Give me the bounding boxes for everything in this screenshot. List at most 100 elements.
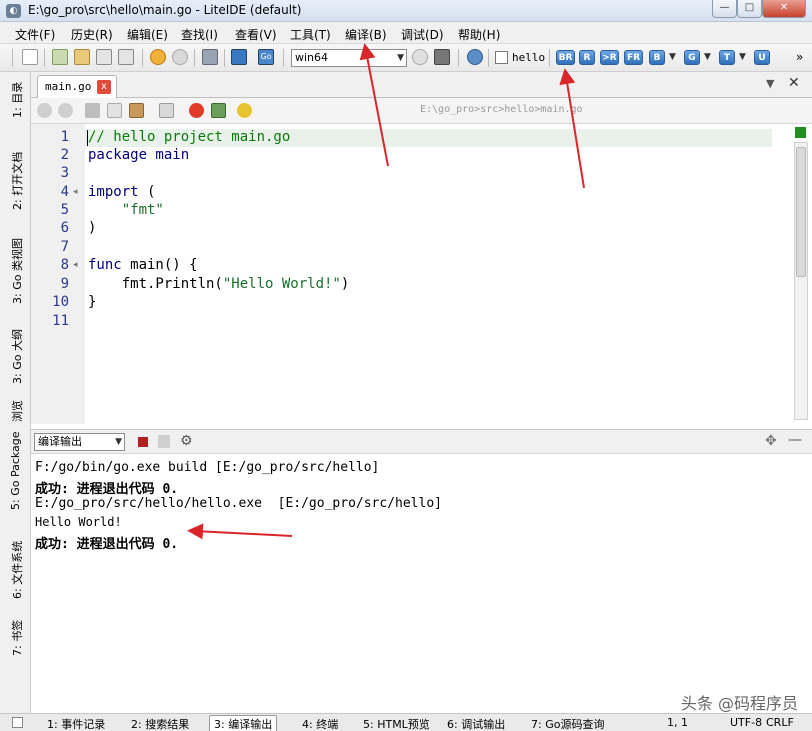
side-tab-browse[interactable]: 浏览: [9, 400, 25, 422]
refresh-icon[interactable]: [412, 49, 428, 65]
side-tab-open-docs[interactable]: 2: 打开文档: [9, 152, 25, 210]
save-icon[interactable]: [96, 49, 112, 65]
side-tab-directory[interactable]: 1: 目录: [9, 82, 25, 118]
minimize-panel-icon[interactable]: —: [788, 432, 802, 448]
gear-icon[interactable]: [467, 49, 483, 65]
output-line: F:/go/bin/go.exe build [E:/go_pro/src/he…: [35, 460, 380, 475]
window-title: E:\go_pro\src\hello\main.go - LiteIDE (d…: [28, 3, 302, 17]
run-arrow-icon[interactable]: [237, 103, 252, 118]
run-button[interactable]: R: [579, 50, 595, 65]
menu-view[interactable]: 查看(V): [235, 26, 277, 43]
menu-history[interactable]: 历史(R): [71, 26, 113, 43]
go-doc-icon[interactable]: Go: [258, 49, 274, 65]
target-checkbox[interactable]: [495, 51, 508, 64]
chevron-down-icon[interactable]: ▼: [704, 52, 711, 62]
close-editor-icon[interactable]: ✕: [788, 75, 800, 91]
tools-icon[interactable]: [202, 49, 218, 65]
file-run-button[interactable]: FR: [624, 50, 643, 65]
status-tab-terminal[interactable]: 4: 终端: [302, 716, 338, 731]
env-combo[interactable]: win64 ▼: [291, 49, 407, 67]
build-and-run-button[interactable]: BR: [556, 50, 575, 65]
close-window-button[interactable]: ✕: [762, 0, 806, 18]
code-line-9: fmt.Println("Hello World!"): [88, 276, 350, 292]
minimize-button[interactable]: —: [712, 0, 737, 18]
toolbar-separator: [224, 49, 225, 67]
side-tab-filesystem[interactable]: 6: 文件系统: [9, 541, 25, 599]
save-all-icon[interactable]: [118, 49, 134, 65]
toggle-panel-icon[interactable]: [12, 717, 23, 728]
line-number: 2: [60, 147, 69, 163]
title-bar: ◐ E:\go_pro\src\hello\main.go - LiteIDE …: [0, 0, 812, 22]
status-tab-debug-output[interactable]: 6: 调试输出: [447, 716, 505, 731]
breakpoint-icon[interactable]: [189, 103, 204, 118]
output-line: Hello World!: [35, 515, 122, 529]
toolbar-overflow-icon[interactable]: »: [796, 50, 803, 64]
gear-icon[interactable]: ⚙: [180, 433, 193, 449]
code-editor[interactable]: 1 2 3 4 ◂ 5 6 7 8 ◂ 9 10 11 // hello pro…: [31, 124, 812, 424]
build-button[interactable]: B: [649, 50, 665, 65]
fold-marker-icon[interactable]: ◂: [73, 260, 78, 270]
status-tab-search[interactable]: 2: 搜索结果: [131, 716, 189, 731]
menu-find[interactable]: 查找(I): [181, 26, 218, 43]
maximize-button[interactable]: □: [737, 0, 762, 18]
menu-tools[interactable]: 工具(T): [290, 26, 331, 43]
side-tab-outline[interactable]: 3: Go 大纲: [9, 329, 25, 384]
copy-icon[interactable]: [107, 103, 122, 118]
open-file-icon[interactable]: [52, 49, 68, 65]
redo-icon[interactable]: [58, 103, 73, 118]
target-checkbox-label: hello: [512, 51, 546, 64]
stop-icon[interactable]: [138, 437, 148, 447]
home-icon[interactable]: [231, 49, 247, 65]
tab-main-go[interactable]: main.go x: [37, 75, 117, 98]
status-tab-build-output[interactable]: 3: 编译输出: [209, 715, 278, 731]
code-line-5: "fmt": [88, 202, 164, 218]
env-edit-icon[interactable]: [434, 49, 450, 65]
new-file-icon[interactable]: [22, 49, 38, 65]
menu-debug[interactable]: 调试(D): [401, 26, 444, 43]
forward-arrow-icon[interactable]: [172, 49, 188, 65]
encoding: UTF-8: [730, 716, 763, 729]
menu-help[interactable]: 帮助(H): [458, 26, 500, 43]
menu-edit[interactable]: 编辑(E): [127, 26, 168, 43]
move-panel-icon[interactable]: ✥: [765, 433, 777, 449]
code-string: "Hello World!": [222, 276, 341, 292]
paste-icon[interactable]: [129, 103, 144, 118]
side-tab-go-package[interactable]: 5: Go Package: [9, 431, 22, 510]
close-tab-icon[interactable]: x: [97, 80, 111, 94]
cut-icon[interactable]: [85, 103, 100, 118]
tab-list-chevron-icon[interactable]: ▼: [766, 77, 774, 90]
side-tab-bookmarks[interactable]: 7: 书签: [9, 620, 25, 656]
chevron-down-icon[interactable]: ▼: [739, 52, 746, 62]
test-button[interactable]: T: [719, 50, 735, 65]
code-line-1: // hello project main.go: [88, 129, 291, 145]
line-number: 5: [60, 202, 69, 218]
status-tab-events[interactable]: 1: 事件记录: [47, 716, 105, 731]
scrollbar-thumb[interactable]: [796, 147, 806, 277]
user-command-button[interactable]: U: [754, 50, 770, 65]
side-tab-class-view[interactable]: 3: Go 类视图: [9, 238, 25, 304]
output-selector[interactable]: 编译输出 ▼: [34, 433, 125, 451]
open-folder-icon[interactable]: [74, 49, 90, 65]
undo-icon[interactable]: [37, 103, 52, 118]
run-terminal-button[interactable]: >R: [600, 50, 619, 65]
output-console[interactable]: F:/go/bin/go.exe build [E:/go_pro/src/he…: [31, 454, 812, 717]
line-number: 3: [60, 165, 69, 181]
back-arrow-icon[interactable]: [150, 49, 166, 65]
status-tab-go-source[interactable]: 7: Go源码查询: [531, 716, 604, 731]
lock-icon[interactable]: [159, 103, 174, 118]
status-bar: 1: 事件记录 2: 搜索结果 3: 编译输出 4: 终端 5: HTML预览 …: [0, 713, 812, 731]
status-tab-html-preview[interactable]: 5: HTML预览: [363, 716, 430, 731]
chevron-down-icon[interactable]: ▼: [669, 52, 676, 62]
output-line: 成功: 进程退出代码 0.: [35, 482, 179, 497]
fold-marker-icon[interactable]: ◂: [73, 187, 78, 197]
clear-output-icon[interactable]: [158, 435, 170, 448]
editor-scrollbar[interactable]: [794, 142, 808, 420]
output-line: E:/go_pro/src/hello/hello.exe [E:/go_pro…: [35, 496, 442, 511]
toolbar-separator: [488, 49, 489, 67]
code-text-area[interactable]: // hello project main.go package main im…: [85, 124, 788, 424]
debug-step-icon[interactable]: [211, 103, 226, 118]
get-button[interactable]: G: [684, 50, 700, 65]
menu-file[interactable]: 文件(F): [15, 26, 55, 43]
line-number: 10: [52, 294, 69, 310]
menu-build[interactable]: 编译(B): [345, 26, 387, 43]
